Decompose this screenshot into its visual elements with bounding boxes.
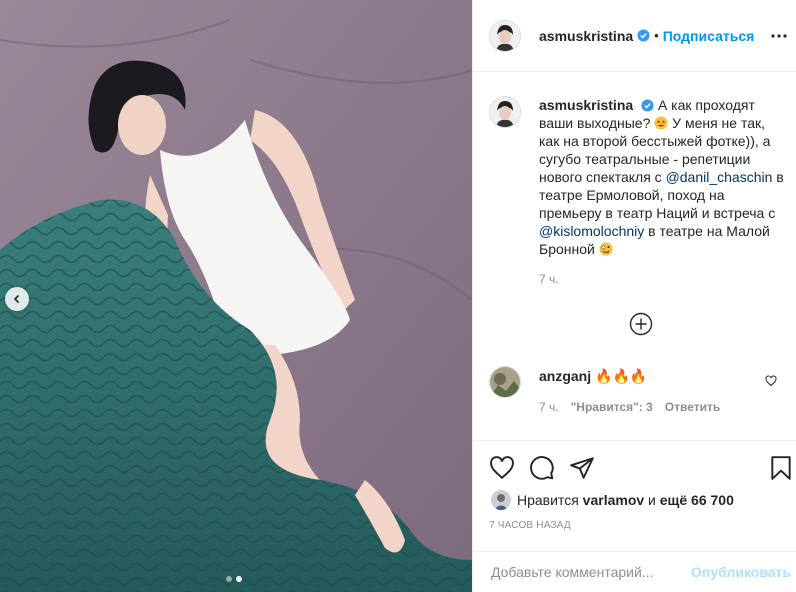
star-struck-emoji-icon	[654, 116, 668, 130]
comment-like-button[interactable]	[765, 374, 777, 392]
caption-text: asmuskristina А как проходят ваши выходн…	[539, 96, 785, 288]
liked-by: Нравится varlamov и ещё 66 700	[491, 490, 734, 510]
share-button[interactable]	[569, 455, 595, 486]
previous-photo-button[interactable]	[5, 287, 29, 311]
comment-text: 🔥🔥🔥	[595, 368, 648, 384]
comment-icon	[530, 456, 554, 480]
caption-avatar[interactable]	[489, 96, 521, 128]
separator-dot: •	[654, 28, 659, 43]
comment-button[interactable]	[529, 455, 555, 486]
publish-button[interactable]: Опубликовать	[691, 564, 791, 580]
avatar-image	[490, 367, 520, 397]
save-button[interactable]	[769, 455, 793, 486]
avatar-image	[491, 490, 511, 510]
post-side-panel: asmuskristina • Подписаться asmuskristin…	[472, 0, 796, 592]
heart-icon	[765, 375, 777, 387]
post-username[interactable]: asmuskristina	[539, 28, 633, 44]
comment-username[interactable]: anzganj	[539, 368, 591, 384]
post-header: asmuskristina • Подписаться	[473, 0, 796, 72]
liked-by-avatar[interactable]	[491, 490, 511, 510]
follow-button[interactable]: Подписаться	[663, 28, 755, 44]
avatar-image	[490, 97, 520, 127]
avatar-image	[490, 20, 520, 51]
load-more-comments-button[interactable]	[629, 312, 653, 336]
reply-button[interactable]: Ответить	[665, 400, 720, 414]
comment-avatar[interactable]	[489, 366, 521, 398]
more-options-button[interactable]	[769, 26, 789, 46]
post-caption: asmuskristina А как проходят ваши выходн…	[489, 96, 789, 288]
add-comment-bar: Опубликовать	[473, 551, 796, 592]
caption-time[interactable]: 7 ч.	[539, 270, 785, 288]
heart-icon	[490, 456, 514, 480]
post-photo[interactable]	[0, 0, 472, 592]
likes-count[interactable]: ещё 66 700	[660, 492, 734, 508]
zany-face-emoji-icon	[599, 242, 613, 256]
liked-by-user[interactable]: varlamov	[583, 492, 644, 508]
plus-circle-icon	[629, 312, 653, 336]
paper-plane-icon	[570, 457, 594, 479]
mention-link-2[interactable]: @kislomolochniy	[539, 223, 644, 239]
like-button[interactable]	[489, 455, 515, 486]
comment-time[interactable]: 7 ч.	[539, 400, 559, 414]
comment-meta: 7 ч. "Нравится": 3 Ответить	[539, 400, 720, 414]
photo-illustration	[0, 0, 472, 592]
bookmark-icon	[771, 456, 791, 480]
verified-icon	[641, 99, 654, 112]
chevron-left-icon	[13, 294, 20, 304]
liked-by-middle: и	[648, 492, 656, 508]
more-options-icon	[771, 34, 787, 38]
liked-by-prefix: Нравится	[517, 492, 579, 508]
comment-input[interactable]	[489, 563, 699, 581]
post-timestamp[interactable]: 7 ЧАСОВ НАЗАД	[489, 520, 571, 531]
comment-likes[interactable]: "Нравится": 3	[571, 400, 653, 414]
carousel-dot	[226, 576, 232, 582]
verified-icon	[637, 29, 650, 42]
mention-link-1[interactable]: @danil_chaschin	[666, 169, 773, 185]
carousel-indicator	[226, 576, 242, 582]
caption-username[interactable]: asmuskristina	[539, 97, 633, 113]
carousel-dot-active	[236, 576, 242, 582]
avatar[interactable]	[489, 19, 521, 52]
